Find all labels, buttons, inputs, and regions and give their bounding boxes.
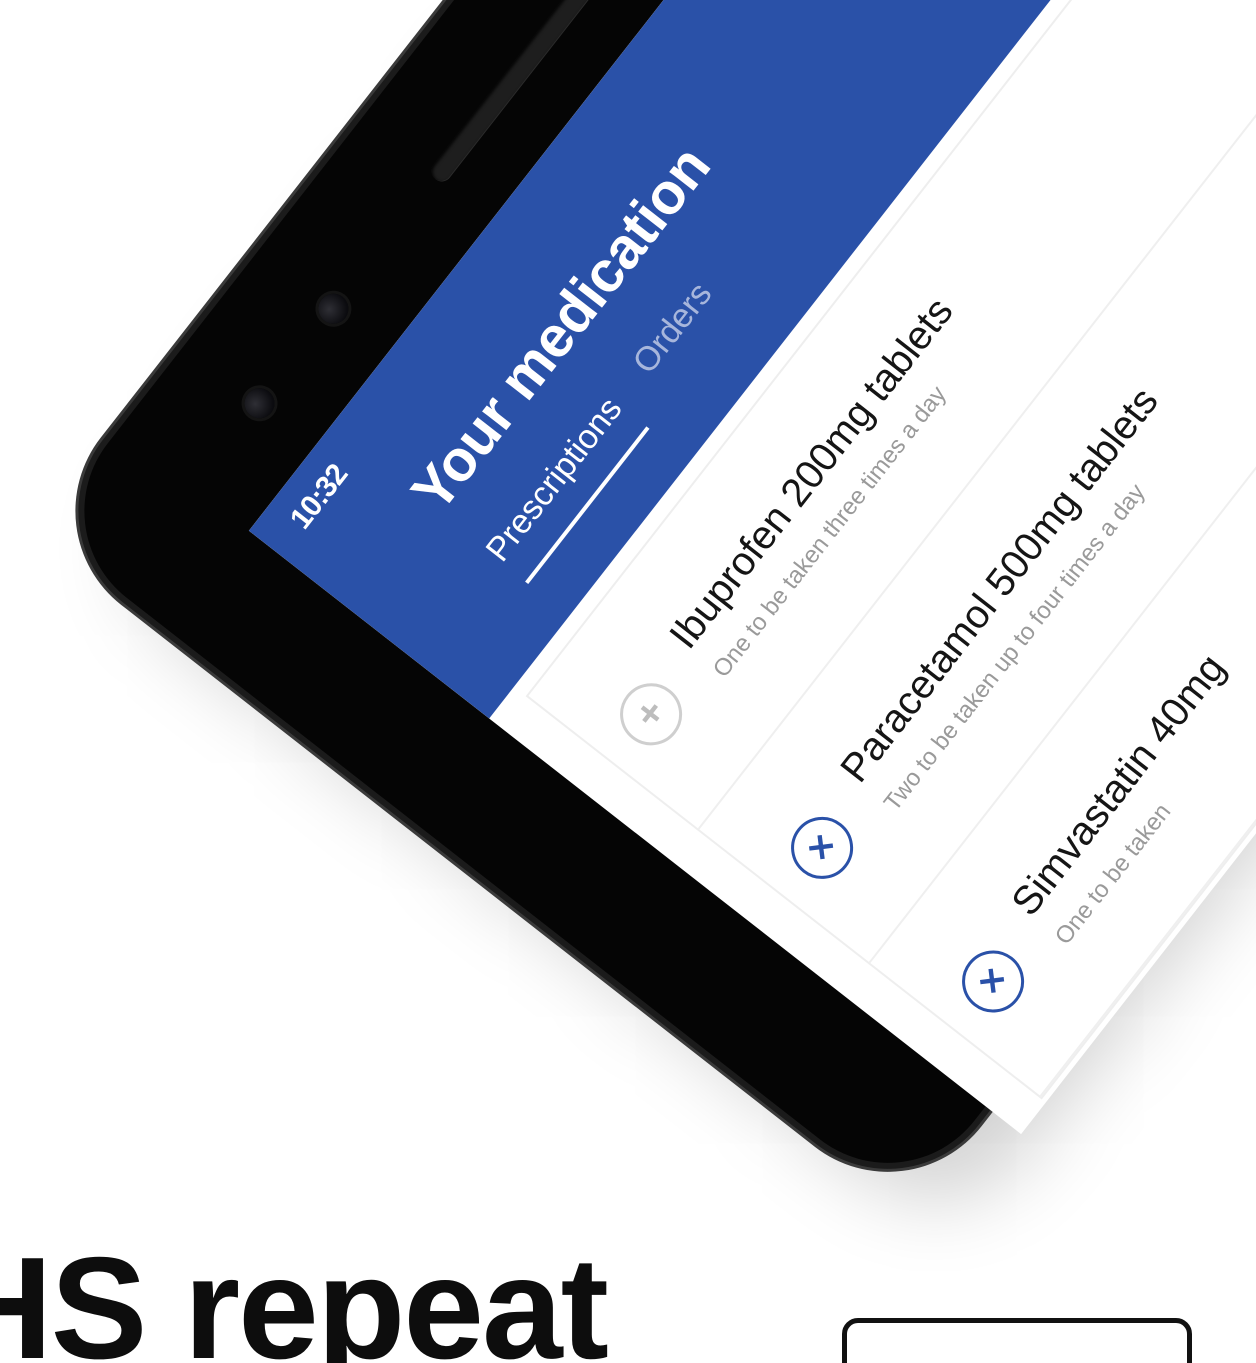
front-camera-secondary bbox=[312, 287, 355, 330]
phone-mockup: 10:32 Your medication Prescriptions Orde… bbox=[0, 0, 1256, 1363]
remove-circle-icon[interactable]: × bbox=[778, 804, 866, 892]
app-store-badge[interactable] bbox=[842, 1318, 1192, 1363]
tab-orders[interactable]: Orders bbox=[625, 275, 739, 396]
status-time: 10:32 bbox=[283, 458, 355, 536]
marketing-headline: HS repeat bbox=[0, 1227, 609, 1363]
remove-circle-icon[interactable]: × bbox=[949, 937, 1037, 1025]
phone-device: 10:32 Your medication Prescriptions Orde… bbox=[40, 0, 1256, 1208]
phone-screen: 10:32 Your medication Prescriptions Orde… bbox=[248, 0, 1256, 1135]
front-camera bbox=[238, 382, 281, 425]
add-circle-icon[interactable]: + bbox=[607, 670, 695, 758]
